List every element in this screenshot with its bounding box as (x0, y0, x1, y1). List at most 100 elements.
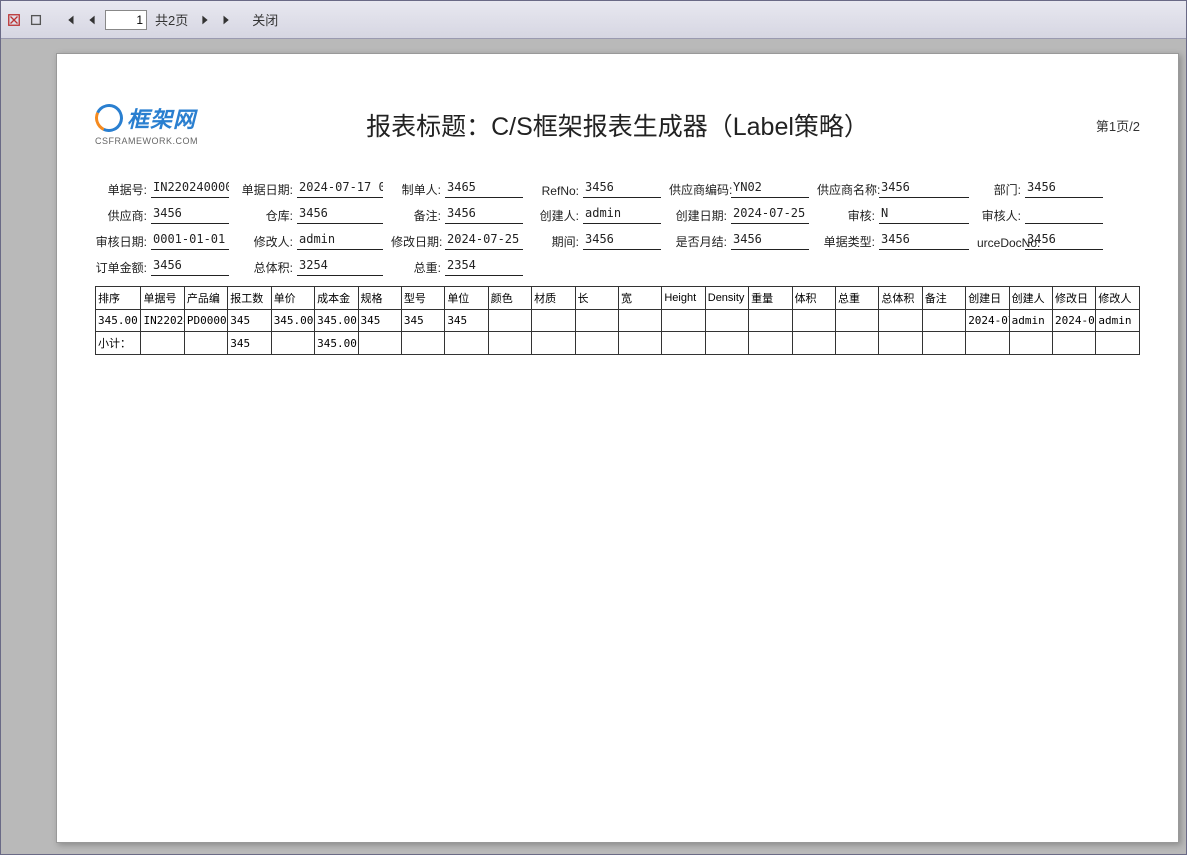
close-button[interactable]: 关闭 (252, 10, 278, 29)
table-cell (575, 310, 618, 332)
table-cell: 345.00 (96, 310, 141, 332)
form-field: 审核日期:0001-01-01 00 (95, 232, 229, 250)
toolbar-icon-1[interactable] (5, 11, 23, 29)
table-cell (922, 310, 965, 332)
table-cell (488, 310, 531, 332)
field-label: 修改日期: (391, 233, 441, 250)
form-field: 供应商:3456 (95, 206, 229, 224)
form-field: 审核:N (817, 206, 969, 224)
form-field: 总体积:3254 (237, 258, 383, 276)
column-header: 创建日 (966, 287, 1009, 310)
page-number-input[interactable] (105, 10, 147, 30)
column-header: 报工数 (228, 287, 271, 310)
form-area: 单据号:IN220240000000 单据日期:2024-07-17 00 制单人:… (95, 180, 1140, 276)
column-header: 宽 (618, 287, 661, 310)
field-label: 创建人: (531, 207, 579, 224)
column-header: 修改日 (1053, 287, 1096, 310)
field-label: 审核: (817, 207, 875, 224)
form-field: 制单人:3465 (391, 180, 523, 198)
report-header: 框架网 CSFRAMEWORK.COM 报表标题：C/S框架报表生成器（Labe… (95, 102, 1140, 148)
form-field: 供应商名称:3456 (817, 180, 969, 198)
field-value: 3456 (151, 258, 229, 276)
table-cell: 345 (228, 310, 271, 332)
table-cell: 345 (445, 310, 488, 332)
field-value: 3456 (151, 206, 229, 224)
prev-page-icon[interactable] (83, 11, 101, 29)
field-label: 审核日期: (95, 233, 147, 250)
field-value: 3465 (445, 180, 523, 198)
column-header: 排序 (96, 287, 141, 310)
subtotal-cell: 小计： (96, 332, 141, 355)
next-page-icon[interactable] (196, 11, 214, 29)
form-field: 部门:3456 (977, 180, 1103, 198)
subtotal-cell (835, 332, 878, 355)
column-header: 修改人 (1096, 287, 1140, 310)
table-row: 345.00IN22024PD00003345345.00345.0034534… (96, 310, 1140, 332)
table-cell (705, 310, 748, 332)
subtotal-cell (358, 332, 401, 355)
field-label: 供应商编码: (669, 181, 727, 198)
form-field: 总重:2354 (391, 258, 523, 276)
field-value: 3456 (879, 180, 969, 198)
field-value: 3456 (297, 206, 383, 224)
form-field: 创建日期:2024-07-25 14 (669, 206, 809, 224)
column-header: 创建人 (1009, 287, 1052, 310)
column-header: 备注 (922, 287, 965, 310)
logo: 框架网 CSFRAMEWORK.COM (95, 102, 213, 148)
field-label: 单据日期: (237, 181, 293, 198)
form-field: 订单金额:3456 (95, 258, 229, 276)
subtotal-cell (532, 332, 575, 355)
form-field: RefNo:3456 (531, 180, 661, 198)
table-cell (618, 310, 661, 332)
table-cell (835, 310, 878, 332)
form-field: urceDocNo:3456 (977, 232, 1103, 250)
table-cell: PD00003 (184, 310, 227, 332)
column-header: 颜色 (488, 287, 531, 310)
first-page-icon[interactable] (61, 11, 79, 29)
form-field: 单据类型:3456 (817, 232, 969, 250)
column-header: 成本金 (315, 287, 358, 310)
field-value: 3456 (1025, 180, 1103, 198)
form-field: 备注:3456 (391, 206, 523, 224)
form-field: 是否月结:3456 (669, 232, 809, 250)
table-cell (792, 310, 835, 332)
field-label: 单据类型: (817, 233, 875, 250)
toolbar-icon-2[interactable] (27, 11, 45, 29)
subtotal-cell: 345 (228, 332, 271, 355)
field-value: IN220240000000 (151, 180, 229, 198)
field-label: 期间: (531, 233, 579, 250)
form-field: 单据日期:2024-07-17 00 (237, 180, 383, 198)
logo-mark-icon (91, 100, 127, 136)
column-header: 型号 (401, 287, 444, 310)
table-cell (879, 310, 922, 332)
field-label: RefNo: (531, 184, 579, 198)
subtotal-cell (271, 332, 314, 355)
column-header: 体积 (792, 287, 835, 310)
form-field: 供应商编码:YN02 (669, 180, 809, 198)
subtotal-cell (575, 332, 618, 355)
last-page-icon[interactable] (218, 11, 236, 29)
column-header: 重量 (749, 287, 792, 310)
logo-subtext: CSFRAMEWORK.COM (95, 136, 198, 146)
table-cell: IN22024 (141, 310, 184, 332)
field-value (1025, 206, 1103, 224)
field-label: 仓库: (237, 207, 293, 224)
subtotal-cell (1096, 332, 1140, 355)
table-cell: 345.00 (315, 310, 358, 332)
form-row: 订单金额:3456 总体积:3254 总重:2354 (95, 258, 1140, 276)
field-label: 部门: (977, 181, 1021, 198)
column-header: 材质 (532, 287, 575, 310)
field-value: 2354 (445, 258, 523, 276)
subtotal-cell (879, 332, 922, 355)
form-row: 审核日期:0001-01-01 00修改人:admin修改日期:2024-07-… (95, 232, 1140, 250)
table-header-row: 排序单据号产品编报工数单价成本金规格型号单位颜色材质长宽HeightDensit… (96, 287, 1140, 310)
field-value: 0001-01-01 00 (151, 232, 229, 250)
table-cell (662, 310, 705, 332)
form-field: 仓库:3456 (237, 206, 383, 224)
report-page: 框架网 CSFRAMEWORK.COM 报表标题：C/S框架报表生成器（Labe… (56, 53, 1179, 843)
column-header: 总体积 (879, 287, 922, 310)
subtotal-cell (1009, 332, 1052, 355)
report-preview-window: 共2页 关闭 框架网 CSFRAMEWORK.COM 报表标题：C/S框架报表生… (0, 0, 1187, 855)
field-label: 创建日期: (669, 207, 727, 224)
form-field: 单据号:IN220240000000 (95, 180, 229, 198)
